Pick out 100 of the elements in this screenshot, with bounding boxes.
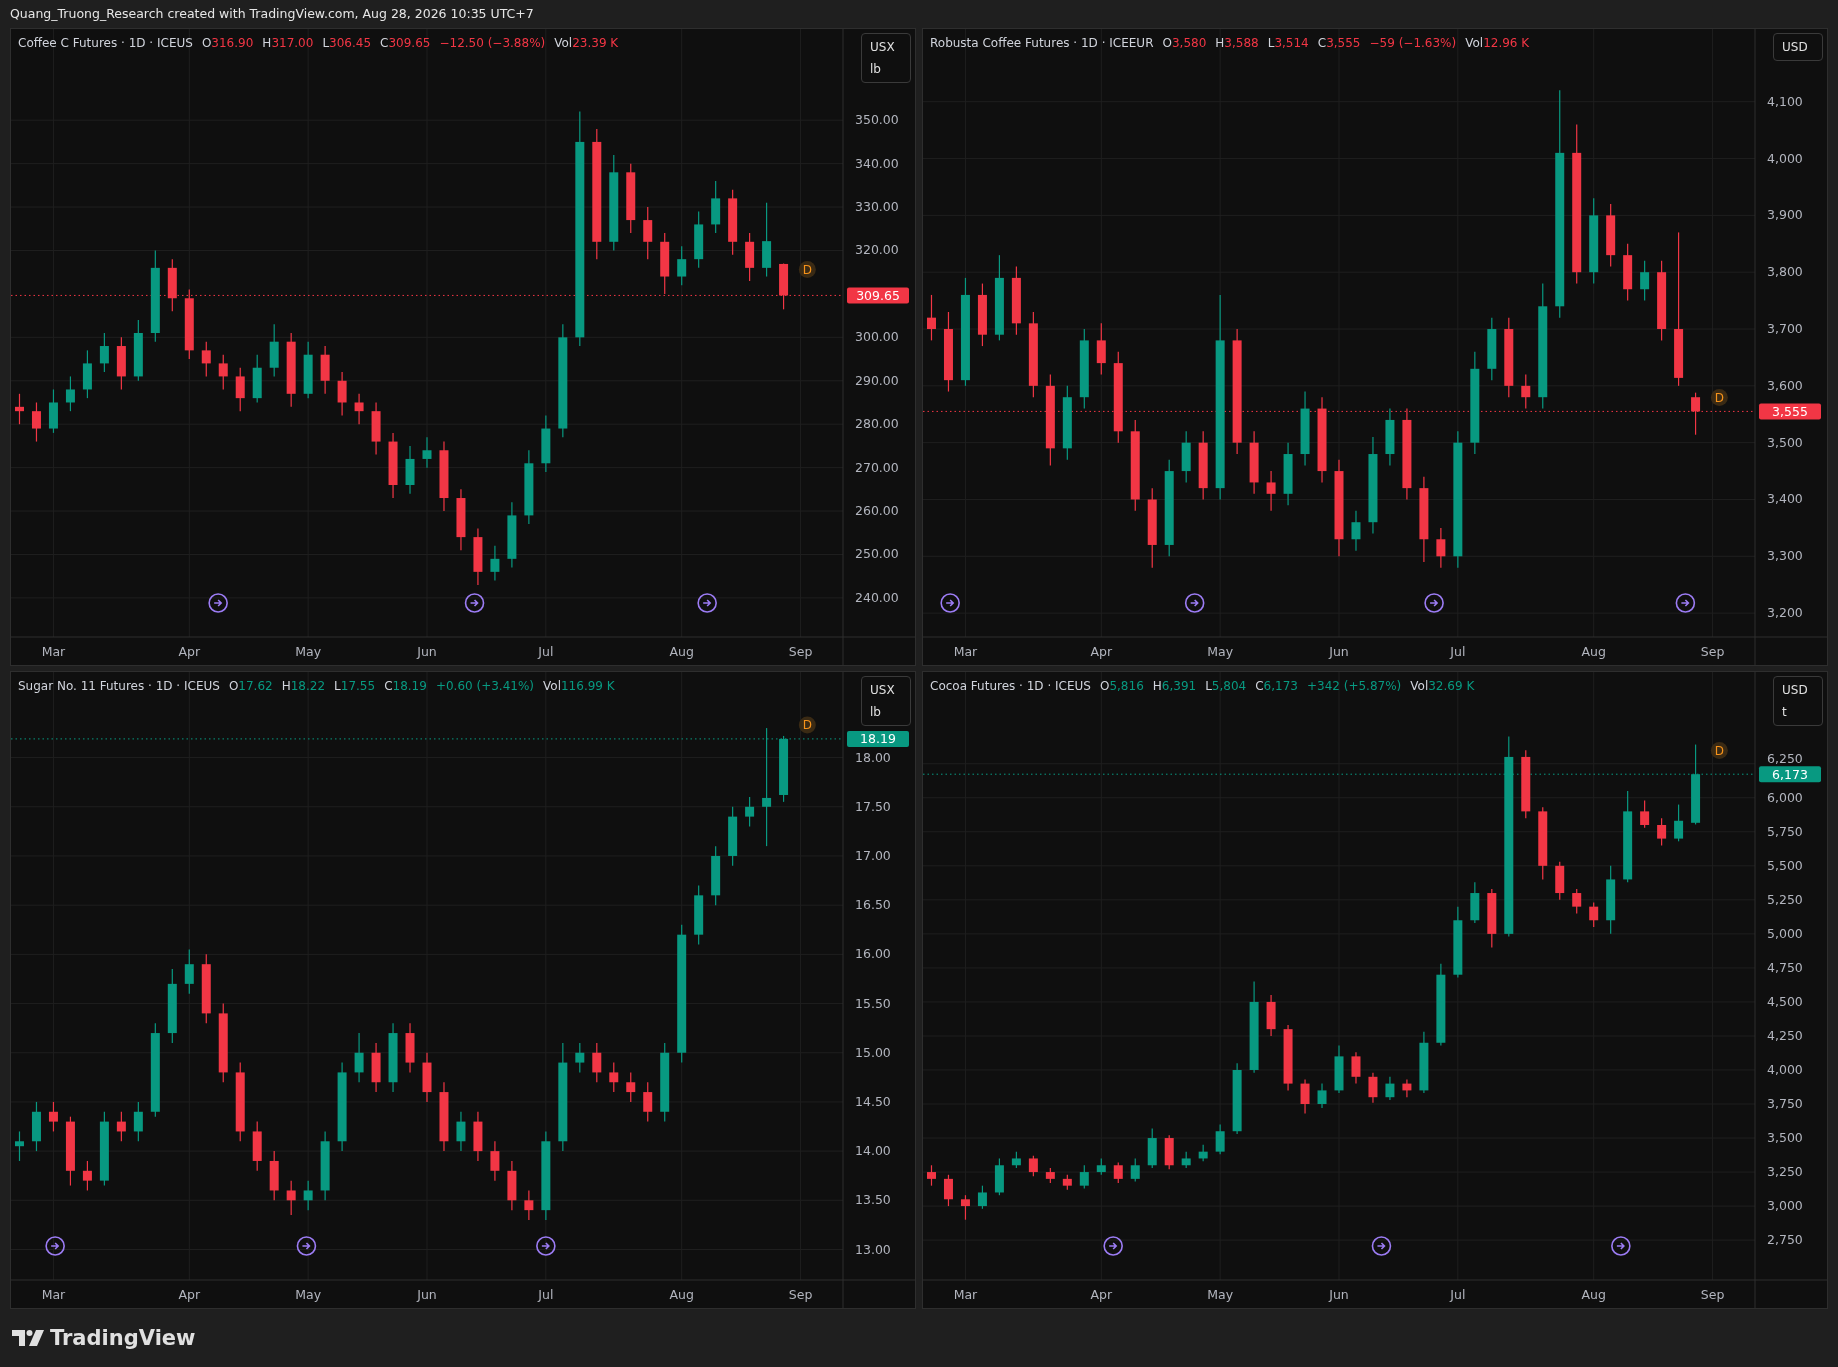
annotation: D (802, 718, 812, 733)
price-label: 3,900 (1767, 207, 1803, 223)
month-label: May (295, 644, 322, 659)
annotation: D (1714, 744, 1724, 759)
price-label: 13.50 (855, 1192, 891, 1208)
month-label: Aug (1581, 1287, 1606, 1302)
unit-button[interactable]: t (1774, 701, 1822, 723)
ohlc-value: 6,391 (1161, 679, 1197, 693)
month-label: Jul (538, 1287, 554, 1302)
ref-line-label: 6,173 (1772, 766, 1808, 782)
month-label: Apr (1090, 1287, 1113, 1302)
price-label: 300.00 (855, 329, 899, 345)
month-label: Apr (178, 1287, 201, 1302)
price-label: 340.00 (855, 155, 899, 171)
dividend-marker[interactable]: D (1710, 742, 1728, 760)
last-price-tag: 6,173 (1759, 766, 1821, 783)
unit-button[interactable]: USX (862, 36, 910, 58)
price-label: 4,000 (1767, 150, 1803, 166)
month-label: Sep (788, 644, 813, 659)
price-label: 4,000 (1767, 1062, 1803, 1077)
price-label: 5,250 (1767, 891, 1803, 907)
ref-line-label: 3,555 (1772, 403, 1808, 419)
price-change: −59 (−1.63%) (1369, 36, 1457, 50)
price-change: −12.50 (−3.88%) (439, 36, 546, 50)
last-price-tag: 18.19 (847, 730, 909, 747)
ohlc-label: H (281, 679, 291, 693)
ohlc-label: C (384, 679, 393, 693)
month-label: Aug (669, 644, 694, 659)
price-label: 3,300 (1767, 548, 1803, 564)
ohlc-value: 3,555 (1326, 36, 1361, 50)
volume-label: Vol (554, 36, 573, 50)
month-label: Jul (538, 644, 554, 659)
dividend-marker[interactable]: D (798, 716, 816, 734)
volume-value: 23.39 K (572, 36, 619, 50)
unit-button[interactable]: USD (1774, 36, 1822, 58)
price-label: 5,500 (1767, 857, 1803, 873)
ohlc-value: 17.62 (238, 679, 273, 693)
price-label: 4,250 (1767, 1027, 1803, 1043)
month-label: Sep (1700, 644, 1725, 659)
price-label: 280.00 (855, 416, 899, 432)
volume-value: 32.69 K (1428, 679, 1475, 693)
symbol-title: Cocoa Futures · 1D · ICEUS (930, 679, 1091, 693)
price-label: 320.00 (855, 242, 899, 258)
price-label: 6,250 (1767, 751, 1803, 767)
ohlc-value: 317.00 (271, 36, 314, 50)
unit-button[interactable]: USX (862, 679, 910, 701)
annotation: D (1714, 390, 1724, 405)
ohlc-value: 309.65 (388, 36, 431, 50)
month-label: Jun (1329, 1287, 1349, 1302)
price-label: 350.00 (855, 112, 899, 128)
price-label: 6,000 (1767, 789, 1803, 805)
price-label: 15.50 (855, 995, 891, 1011)
ohlc-value: 3,588 (1224, 36, 1259, 50)
ohlc-label: O (228, 679, 239, 693)
ref-line-label: 309.65 (856, 287, 900, 303)
ohlc-value: 18.19 (392, 679, 427, 693)
price-label: 5,750 (1767, 823, 1803, 839)
price-label: 14.00 (855, 1143, 891, 1159)
ohlc-label: L (322, 36, 330, 50)
ohlc-label: L (1205, 679, 1212, 693)
ohlc-value: 3,514 (1274, 36, 1309, 50)
ohlc-label: C (1317, 36, 1327, 50)
ohlc-value: 3,580 (1171, 36, 1207, 50)
unit-button[interactable]: USD (1774, 679, 1822, 701)
price-label: 2,750 (1767, 1232, 1803, 1248)
price-label: 330.00 (855, 199, 899, 215)
price-label: 3,400 (1767, 491, 1803, 507)
ohlc-value: 306.45 (329, 36, 372, 50)
month-label: Apr (1090, 644, 1113, 659)
attribution-text: Quang_Truong_Research created with TradingView.com, Aug 28, 2026 10:35 UTC+7 (9, 5, 535, 23)
ohlc-label: H (1152, 679, 1162, 693)
annotation: D (802, 263, 812, 278)
ohlc-value: 18.22 (290, 679, 326, 693)
symbol-title: Sugar No. 11 Futures · 1D · ICEUS (18, 679, 220, 693)
unit-button[interactable]: lb (862, 701, 910, 723)
price-label: 3,200 (1767, 605, 1803, 621)
price-label: 250.00 (855, 546, 899, 562)
month-label: May (1207, 1287, 1234, 1302)
dividend-marker[interactable]: D (798, 261, 816, 278)
month-label: Aug (1581, 644, 1606, 659)
price-label: 16.50 (855, 897, 891, 913)
price-label: 260.00 (855, 503, 899, 519)
month-label: Jun (1329, 644, 1349, 659)
price-label: 5,000 (1767, 925, 1803, 941)
volume-value: 116.99 K (561, 679, 615, 693)
ohlc-label: O (1162, 36, 1172, 50)
ohlc-label: C (380, 36, 389, 50)
price-label: 17.50 (855, 798, 891, 814)
month-label: Jun (417, 644, 437, 659)
month-label: Mar (41, 644, 66, 659)
symbol-title: Robusta Coffee Futures · 1D · ICEEUR (930, 36, 1154, 50)
ref-line-label: 18.19 (860, 731, 896, 747)
ohlc-label: H (262, 36, 272, 50)
unit-button[interactable]: lb (862, 58, 910, 80)
volume-value: 12.96 K (1483, 36, 1530, 50)
dividend-marker[interactable]: D (1710, 388, 1728, 406)
price-label: 4,750 (1767, 959, 1803, 975)
month-label: Aug (669, 1287, 694, 1302)
ohlc-label: C (1255, 679, 1264, 693)
last-price-tag: 309.65 (847, 287, 909, 304)
